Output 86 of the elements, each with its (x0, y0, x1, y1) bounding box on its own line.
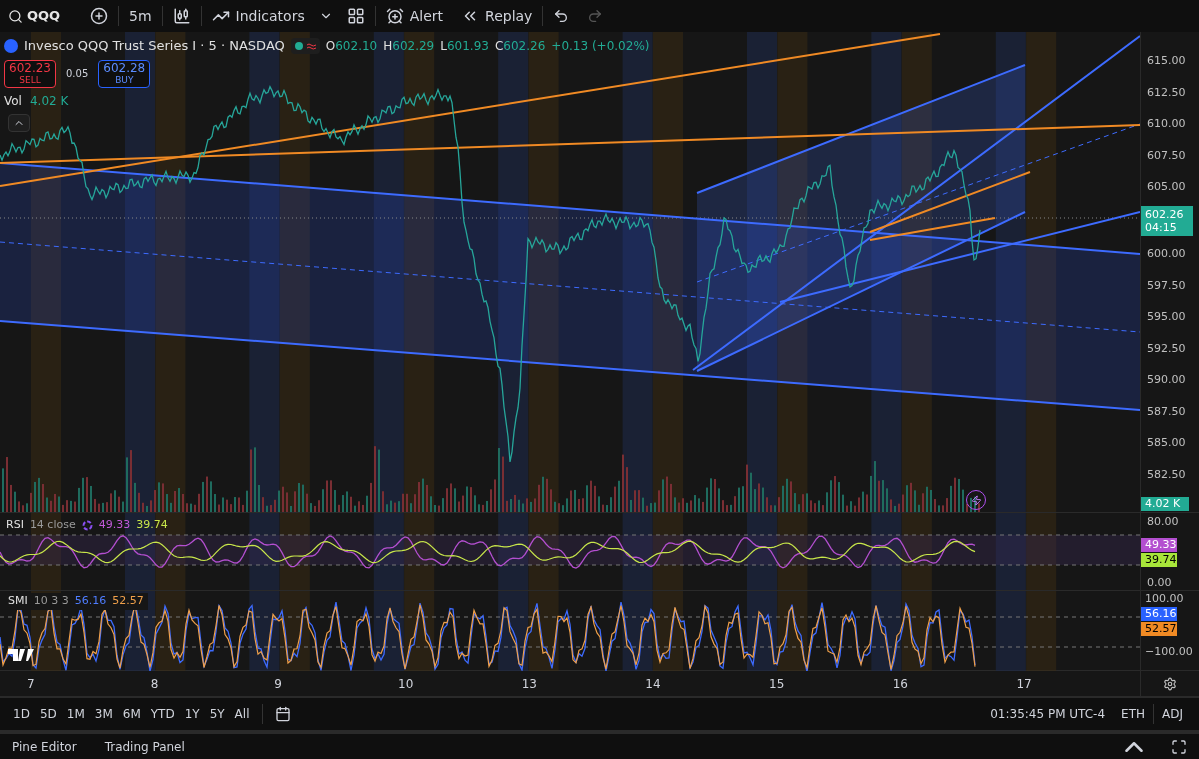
smi-signal-value-tag: 52.57 (1141, 622, 1177, 636)
range-button[interactable]: 5Y (204, 702, 230, 726)
range-button[interactable]: 1M (61, 702, 90, 726)
ohlc-value: H602.29 (383, 37, 435, 55)
ohlc-value: C602.26 (494, 37, 546, 55)
symbol-logo-icon (4, 38, 18, 53)
price-axis-label: 592.50 (1147, 341, 1187, 356)
volume-value: 4.02 K (29, 92, 69, 110)
price-axis-label: 585.00 (1147, 436, 1187, 450)
adjust-button[interactable]: ADJ (1154, 705, 1191, 723)
rsi-value: 49.33 (98, 517, 131, 533)
time-axis-label: 10 (398, 675, 415, 693)
maximize-button[interactable] (1171, 738, 1187, 755)
ohlc-value: O602.10 (325, 37, 378, 55)
chevron-up-icon (1125, 741, 1143, 752)
market-status-icon (290, 37, 320, 54)
price-change: +0.13 (+0.02%) (551, 37, 650, 55)
loading-icon (81, 519, 93, 531)
alert-button[interactable]: Alert (377, 0, 452, 32)
collapse-button[interactable] (8, 113, 30, 132)
time-axis-label: 13 (521, 675, 538, 693)
expand-button[interactable] (1125, 741, 1143, 752)
time-axis-label: 16 (892, 675, 909, 693)
settings-button[interactable] (1163, 676, 1177, 691)
rsi-axis-label: 0.00 (1147, 576, 1173, 589)
symbol-search[interactable]: QQQ (4, 0, 80, 32)
smi-value: 56.16 (74, 593, 107, 609)
grid-icon (346, 7, 365, 25)
candlestick-icon (172, 7, 191, 25)
rsi-params: 14 close (29, 517, 76, 533)
replay-button[interactable]: Replay (453, 0, 541, 32)
buy-button[interactable]: 602.28 BUY (98, 59, 151, 88)
rsi-axis-label: 80.00 (1147, 515, 1180, 528)
time-axis-label: 14 (645, 675, 662, 693)
smi-value-tag: 56.16 (1141, 607, 1177, 621)
range-button[interactable]: 5D (34, 702, 62, 726)
panel-tab[interactable]: Trading Panel (104, 737, 185, 756)
rsi-label: RSI (6, 517, 24, 533)
interval-button[interactable]: 5m (121, 0, 160, 32)
undo-icon (553, 8, 570, 24)
volume-tag: 4.02 K (1141, 497, 1189, 511)
range-button[interactable]: 1D (8, 702, 35, 726)
time-axis-label: 15 (769, 675, 786, 693)
panel-tab[interactable]: Pine Editor (12, 737, 77, 756)
rsi-value-tag: 49.33 (1141, 538, 1177, 552)
range-button[interactable]: 3M (89, 702, 118, 726)
price-axis-label: 582.50 (1147, 467, 1187, 482)
price-axis-label: 607.50 (1147, 148, 1187, 163)
price-axis-label: 605.00 (1147, 180, 1187, 194)
range-button[interactable]: All (229, 702, 255, 726)
rsi-ma-value-tag: 39.74 (1141, 553, 1177, 567)
rsi-ma-value: 39.74 (136, 517, 168, 533)
price-axis-label: 615.00 (1147, 54, 1187, 68)
price-axis-label: 590.00 (1147, 373, 1187, 387)
indicators-button[interactable]: Indicators (203, 0, 313, 32)
price-axis-label: 597.50 (1147, 278, 1187, 293)
price-axis-label: 587.50 (1147, 404, 1187, 419)
range-button[interactable]: YTD (145, 702, 180, 726)
price-axis-label: 595.00 (1147, 310, 1187, 324)
search-icon (8, 8, 23, 24)
plus-circle-icon (90, 7, 108, 25)
volume-label: Vol (4, 92, 22, 110)
ohlc-value: L601.93 (440, 37, 489, 55)
time-axis-label: 9 (274, 675, 283, 693)
symbol-title: Invesco QQQ Trust Series I · 5 · NASDAQ (24, 37, 285, 55)
clock-text: 01:35:45 PM UTC-4 (989, 706, 1107, 723)
smi-params: 10 3 3 (33, 593, 69, 609)
price-axis-label: 612.50 (1147, 85, 1187, 100)
price-axis-label: 610.00 (1147, 117, 1187, 131)
smi-axis-label: 100.00 (1145, 592, 1185, 605)
session-button[interactable]: ETH (1113, 705, 1153, 723)
alarm-clock-icon (385, 7, 404, 25)
smi-signal-value: 52.57 (112, 593, 144, 609)
range-button[interactable]: 6M (117, 702, 146, 726)
time-axis-label: 8 (150, 675, 160, 693)
time-axis-label: 7 (27, 675, 36, 693)
price-axis-label: 600.00 (1147, 247, 1187, 261)
range-button[interactable]: 1Y (179, 702, 205, 726)
spread-value: 0.05 (65, 67, 90, 81)
last-price-tag: 602.26 04:15 (1141, 205, 1193, 236)
sell-button[interactable]: 602.23 SELL (4, 59, 56, 88)
time-axis-label: 17 (1016, 675, 1033, 693)
redo-icon (587, 8, 604, 24)
smi-axis-label: −100.00 (1145, 645, 1194, 658)
smi-label: SMI (8, 593, 28, 609)
logo-icon (8, 649, 36, 661)
